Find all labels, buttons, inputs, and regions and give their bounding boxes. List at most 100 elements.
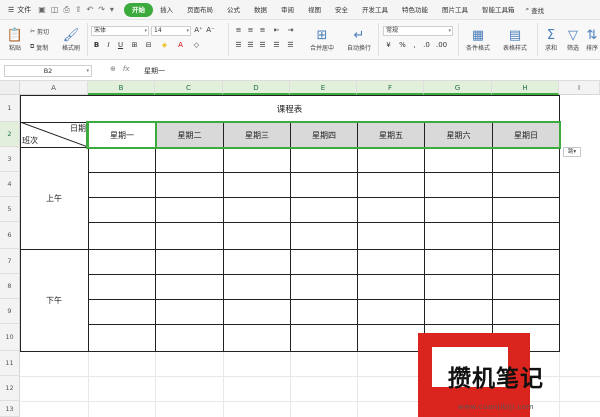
align-right-icon[interactable]: ☰ — [258, 41, 267, 50]
day-header-wednesday[interactable]: 星期三 — [224, 123, 290, 147]
bold-icon[interactable]: B — [92, 41, 101, 50]
column-header-d[interactable]: D — [223, 81, 290, 95]
merge-center-button[interactable]: ⊞ 合并居中 — [303, 24, 341, 56]
paste-options-button[interactable]: 跳▾ — [563, 147, 581, 157]
thousands-icon[interactable]: , — [410, 41, 419, 50]
file-menu[interactable]: ☰ 文件 — [4, 3, 35, 17]
save-icon[interactable]: ▣ — [38, 5, 46, 15]
day-header-saturday[interactable]: 星期六 — [425, 123, 492, 147]
undo-icon[interactable]: ↶ — [87, 5, 94, 15]
tab-home[interactable]: 开始 — [123, 2, 153, 17]
row-header-6[interactable]: 6 — [0, 222, 20, 249]
tab-formulas[interactable]: 公式 — [220, 3, 247, 17]
currency-icon[interactable]: ¥ — [384, 41, 393, 50]
redo-icon[interactable]: ↷ — [98, 5, 105, 15]
align-bottom-icon[interactable]: ≡ — [258, 26, 267, 35]
italic-icon[interactable]: I — [104, 41, 113, 50]
increase-font-icon[interactable]: A⁺ — [194, 26, 203, 35]
tab-picture-tools[interactable]: 图片工具 — [435, 3, 475, 17]
decrease-font-icon[interactable]: A⁻ — [206, 26, 215, 35]
formula-input[interactable]: 星期一 — [144, 66, 165, 76]
copy-button[interactable]: ⧉ 复制 — [30, 42, 48, 52]
tab-developer[interactable]: 开发工具 — [355, 3, 395, 17]
day-header-thursday[interactable]: 星期四 — [291, 123, 357, 147]
column-header-f[interactable]: F — [357, 81, 424, 95]
filter-button[interactable]: ▽ 筛选 — [563, 24, 583, 56]
row-header-2[interactable]: 2 — [0, 122, 20, 147]
search-button[interactable]: ⌕ 查找 — [525, 5, 544, 15]
sum-button[interactable]: Σ 求和 — [541, 24, 561, 56]
percent-icon[interactable]: % — [398, 41, 407, 50]
row-header-5[interactable]: 5 — [0, 197, 20, 222]
tab-security[interactable]: 安全 — [328, 3, 355, 17]
font-size-select[interactable]: 14 ▾ — [151, 26, 191, 36]
table-border — [88, 172, 560, 173]
distribute-icon[interactable]: ☰ — [286, 41, 295, 50]
tab-data[interactable]: 数据 — [247, 3, 274, 17]
conditional-format-button[interactable]: ▦ 条件格式 — [461, 24, 495, 56]
indent-increase-icon[interactable]: ⇥ — [286, 26, 295, 35]
font-name-select[interactable]: 宋体 ▾ — [91, 26, 149, 36]
merge-icon[interactable]: ⊟ — [144, 41, 153, 50]
column-header-e[interactable]: E — [290, 81, 357, 95]
day-header-friday[interactable]: 星期五 — [358, 123, 424, 147]
print-preview-icon[interactable]: ◫ — [51, 5, 59, 15]
row-header-10[interactable]: 10 — [0, 324, 20, 351]
align-left-icon[interactable]: ☰ — [234, 41, 243, 50]
align-top-icon[interactable]: ≡ — [234, 26, 243, 35]
period-afternoon[interactable]: 下午 — [20, 249, 88, 351]
tab-features[interactable]: 特色功能 — [395, 3, 435, 17]
format-painter-button[interactable]: 🖌 格式刷 — [58, 24, 84, 56]
tab-page-layout[interactable]: 页面布局 — [180, 3, 220, 17]
clear-format-icon[interactable]: ◇ — [192, 41, 201, 50]
border-icon[interactable]: ⊞ — [130, 41, 139, 50]
fx-icon[interactable]: fx — [123, 65, 130, 73]
print-icon[interactable]: ⎙ — [63, 5, 69, 15]
column-header-b[interactable]: B — [88, 81, 155, 95]
cut-button[interactable]: ✂ 剪切 — [30, 26, 49, 36]
zoom-icon[interactable]: ⊕ — [110, 65, 116, 73]
format-painter-label: 格式刷 — [61, 44, 80, 52]
row-header-12[interactable]: 12 — [0, 376, 20, 401]
font-name-value: 宋体 — [94, 27, 107, 34]
column-header-h[interactable]: H — [492, 81, 559, 95]
row-header-3[interactable]: 3 — [0, 147, 20, 172]
tab-view[interactable]: 视图 — [301, 3, 328, 17]
underline-icon[interactable]: U — [116, 41, 125, 50]
row-header-8[interactable]: 8 — [0, 274, 20, 299]
row-header-11[interactable]: 11 — [0, 351, 20, 376]
table-title[interactable]: 课程表 — [20, 95, 559, 122]
customize-icon[interactable]: ▾ — [110, 5, 114, 15]
align-middle-icon[interactable]: ≡ — [246, 26, 255, 35]
tab-review[interactable]: 审阅 — [274, 3, 301, 17]
day-header-tuesday[interactable]: 星期二 — [156, 123, 223, 147]
column-header-c[interactable]: C — [155, 81, 223, 95]
row-header-7[interactable]: 7 — [0, 249, 20, 274]
row-header-9[interactable]: 9 — [0, 299, 20, 324]
justify-icon[interactable]: ☰ — [272, 41, 281, 50]
name-box[interactable]: B2 ▾ — [4, 65, 92, 77]
column-header-g[interactable]: G — [424, 81, 492, 95]
fill-color-icon[interactable]: ◈ — [160, 41, 169, 50]
row-header-1[interactable]: 1 — [0, 95, 20, 122]
align-center-icon[interactable]: ☰ — [246, 41, 255, 50]
paste-button[interactable]: 📋 粘贴 — [4, 24, 26, 56]
number-format-select[interactable]: 常规 ▾ — [383, 26, 453, 36]
export-icon[interactable]: ⇪ — [75, 5, 82, 15]
sort-button[interactable]: ⇅ 排序 — [584, 24, 600, 56]
select-all-corner[interactable] — [0, 81, 20, 95]
wrap-text-button[interactable]: ↵ 自动换行 — [343, 24, 375, 56]
decrease-decimal-icon[interactable]: .00 — [436, 41, 447, 50]
row-header-4[interactable]: 4 — [0, 172, 20, 197]
column-header-i[interactable]: I — [559, 81, 600, 95]
row-header-13[interactable]: 13 — [0, 401, 20, 417]
tab-smart-toolbox[interactable]: 智能工具箱 — [475, 3, 522, 17]
font-color-icon[interactable]: A — [176, 41, 185, 50]
column-header-a[interactable]: A — [20, 81, 88, 95]
period-morning[interactable]: 上午 — [20, 147, 88, 249]
increase-decimal-icon[interactable]: .0 — [422, 41, 431, 50]
tab-insert[interactable]: 插入 — [153, 3, 180, 17]
table-style-button[interactable]: ▤ 表格样式 — [497, 24, 533, 56]
day-header-sunday[interactable]: 星期日 — [493, 123, 559, 147]
indent-decrease-icon[interactable]: ⇤ — [272, 26, 281, 35]
